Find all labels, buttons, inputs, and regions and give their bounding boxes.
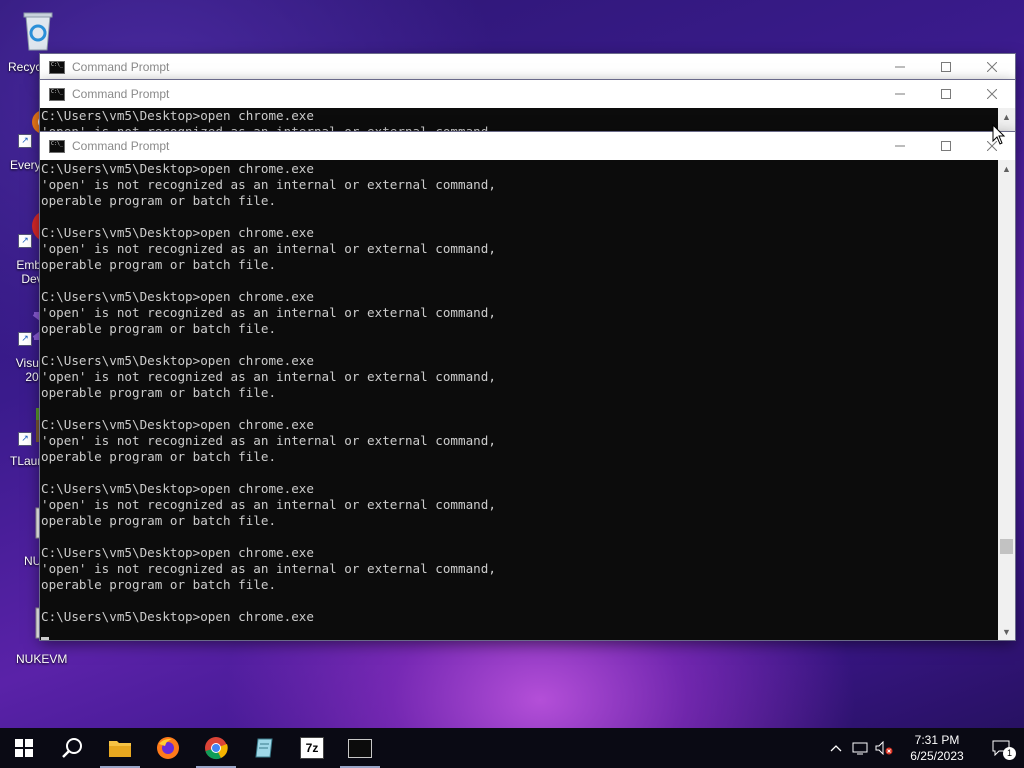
minimize-button[interactable]: [877, 80, 923, 108]
window-title: Command Prompt: [72, 139, 170, 153]
text-cursor: [41, 637, 49, 640]
chrome-icon: [205, 737, 228, 760]
window-title: Command Prompt: [72, 60, 170, 74]
maximize-button[interactable]: [923, 80, 969, 108]
console-output[interactable]: C:\Users\vm5\Desktop>open chrome.exe 'op…: [40, 108, 1015, 132]
shortcut-arrow-icon: ↗: [18, 234, 32, 248]
cmd-window-back-2[interactable]: Command Prompt C:\Users\vm5\Desktop>open…: [40, 80, 1015, 132]
window-titlebar[interactable]: Command Prompt: [40, 80, 1015, 108]
taskbar-chrome[interactable]: [192, 728, 240, 768]
taskbar-command-prompt[interactable]: [336, 728, 384, 768]
system-tray: 7:31 PM 6/25/2023 1: [824, 728, 1024, 768]
scrollbar[interactable]: ▲ ▼: [998, 160, 1015, 640]
taskbar: 7z 7:31 PM 6/25/2023 1: [0, 728, 1024, 768]
taskbar-firefox[interactable]: [144, 728, 192, 768]
command-prompt-icon: [348, 738, 372, 758]
desktop-icon-label: NU: [24, 554, 42, 568]
taskbar-notepad[interactable]: [240, 728, 288, 768]
clock[interactable]: 7:31 PM 6/25/2023: [896, 732, 978, 764]
file-explorer-icon: [109, 741, 131, 757]
7zip-icon: 7z: [300, 737, 324, 759]
mouse-pointer-icon: [992, 124, 1006, 145]
recycle-bin-icon: [18, 8, 58, 51]
scroll-down-arrow-icon[interactable]: ▼: [998, 623, 1015, 640]
maximize-button[interactable]: [923, 132, 969, 160]
search-button[interactable]: [48, 728, 96, 768]
taskbar-file-explorer[interactable]: [96, 728, 144, 768]
search-icon: [62, 738, 82, 758]
desktop-icon-label: TLaun: [10, 454, 45, 468]
scroll-up-arrow-icon[interactable]: ▲: [998, 160, 1015, 177]
command-prompt-icon: [49, 87, 65, 101]
command-prompt-icon: [49, 60, 65, 74]
taskbar-7zip[interactable]: 7z: [288, 728, 336, 768]
cmd-window-front[interactable]: Command Prompt C:\Users\vm5\Desktop>open…: [40, 132, 1015, 640]
scrollbar-thumb[interactable]: [1000, 539, 1013, 554]
shortcut-arrow-icon: ↗: [18, 332, 32, 346]
show-hidden-icons-chevron-up-icon[interactable]: [824, 728, 848, 768]
start-button[interactable]: [0, 728, 48, 768]
action-center-button[interactable]: 1: [978, 728, 1024, 768]
clock-date: 6/25/2023: [910, 749, 964, 763]
desktop-icon-label: Recyc: [8, 60, 42, 74]
desktop-icon-label: NUKEVM: [16, 652, 68, 666]
maximize-button[interactable]: [923, 54, 969, 80]
window-titlebar[interactable]: Command Prompt: [40, 54, 1015, 80]
firefox-icon: [157, 737, 179, 759]
desktop-icon-recycle-bin[interactable]: Recyc: [0, 8, 76, 74]
console-output[interactable]: C:\Users\vm5\Desktop>open chrome.exe 'op…: [40, 160, 1015, 641]
start-icon: [15, 739, 33, 757]
network-icon[interactable]: [848, 728, 872, 768]
minimize-button[interactable]: [877, 54, 923, 80]
desktop-icon-label: Every: [10, 158, 41, 172]
notepad-icon: [255, 738, 273, 758]
command-prompt-icon: [49, 139, 65, 153]
close-button[interactable]: [969, 80, 1015, 108]
close-button[interactable]: [969, 54, 1015, 80]
shortcut-arrow-icon: ↗: [18, 134, 32, 148]
cmd-window-back-1[interactable]: Command Prompt: [40, 54, 1015, 80]
shortcut-arrow-icon: ↗: [18, 432, 32, 446]
minimize-button[interactable]: [877, 132, 923, 160]
notification-count-badge: 1: [1003, 747, 1016, 760]
window-title: Command Prompt: [72, 87, 170, 101]
volume-muted-icon[interactable]: [872, 728, 896, 768]
scroll-up-arrow-icon[interactable]: ▲: [998, 108, 1015, 125]
clock-time: 7:31 PM: [914, 733, 960, 747]
window-titlebar[interactable]: Command Prompt: [40, 132, 1015, 160]
